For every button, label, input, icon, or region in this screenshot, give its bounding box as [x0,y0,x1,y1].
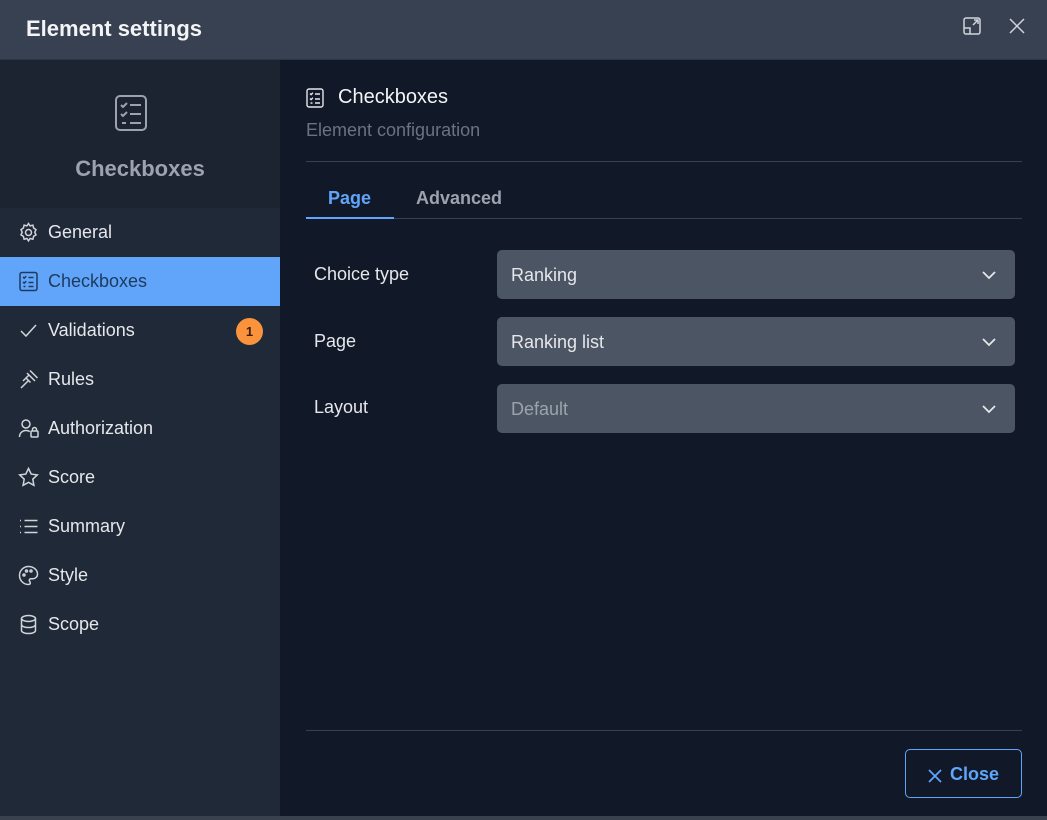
chevron-down-icon [981,334,997,350]
footer-divider [306,730,1022,731]
close-button-label: Close [950,764,1000,784]
select-value: Ranking list [511,332,605,352]
layout-select[interactable]: Default [497,384,1015,433]
page-title: Checkboxes [338,86,449,108]
sidebar-item-label: General [48,222,113,242]
dialog-header: Element settings [0,0,1047,60]
sidebar-item-rules[interactable]: Rules [0,355,280,404]
expand-button[interactable] [960,16,984,40]
palette-icon [18,565,39,586]
page-label: Page [314,331,357,351]
tab-page[interactable]: Page [328,188,371,209]
sidebar-item-summary[interactable]: Summary [0,502,280,551]
sidebar-item-label: Summary [48,516,126,536]
sidebar-title: Checkboxes [75,156,205,181]
active-tab-indicator [306,217,394,219]
page-subtitle: Element configuration [306,120,481,140]
sidebar-item-label: Checkboxes [48,271,148,291]
expand-icon [962,16,982,41]
star-icon [18,466,39,488]
sidebar-item-scope[interactable]: Scope [0,600,280,649]
sidebar-item-checkboxes[interactable]: Checkboxes [0,257,280,306]
chevron-down-icon [981,267,997,283]
gavel-icon [18,369,39,390]
header-divider [306,161,1022,162]
sidebar-item-style[interactable]: Style [0,551,280,600]
tab-advanced[interactable]: Advanced [416,188,502,209]
select-value: Default [511,399,569,419]
sidebar-item-general[interactable]: General [0,208,280,257]
checklist-icon [114,94,148,132]
validations-count-badge: 1 [236,318,263,345]
select-value: Ranking [511,265,578,285]
sidebar-item-validations[interactable]: Validations 1 [0,306,280,355]
gear-icon [18,222,39,243]
chevron-down-icon [981,401,997,417]
sidebar: Checkboxes General Checkboxes Validation… [0,60,280,816]
sidebar-item-label: Validations [48,320,135,340]
user-lock-icon [18,418,39,439]
tabs-divider [306,218,1022,219]
list-icon [18,516,39,537]
database-icon [18,614,39,635]
dialog-title: Element settings [26,16,203,41]
page-select[interactable]: Ranking list [497,317,1015,366]
sidebar-item-label: Style [48,565,89,585]
sidebar-item-score[interactable]: Score [0,453,280,502]
sidebar-header: Checkboxes [0,60,280,208]
choice-type-select[interactable]: Ranking [497,250,1015,299]
checklist-icon [18,271,39,292]
sidebar-item-label: Scope [48,614,100,634]
close-button[interactable]: Close [905,749,1022,798]
checklist-icon [306,88,324,108]
element-settings-dialog: Element settings Checkboxes General Chec… [0,0,1047,816]
sidebar-item-label: Score [48,467,96,487]
choice-type-label: Choice type [314,264,410,284]
sidebar-item-authorization[interactable]: Authorization [0,404,280,453]
main-content: Checkboxes Element configuration Page Ad… [280,60,1047,816]
layout-label: Layout [314,397,369,417]
close-dialog-button[interactable] [1005,16,1029,40]
sidebar-item-label: Rules [48,369,95,389]
close-icon [928,767,942,783]
close-icon [1008,17,1026,40]
sidebar-item-label: Authorization [48,418,154,438]
background-strip [0,816,1047,820]
check-icon [18,320,39,341]
